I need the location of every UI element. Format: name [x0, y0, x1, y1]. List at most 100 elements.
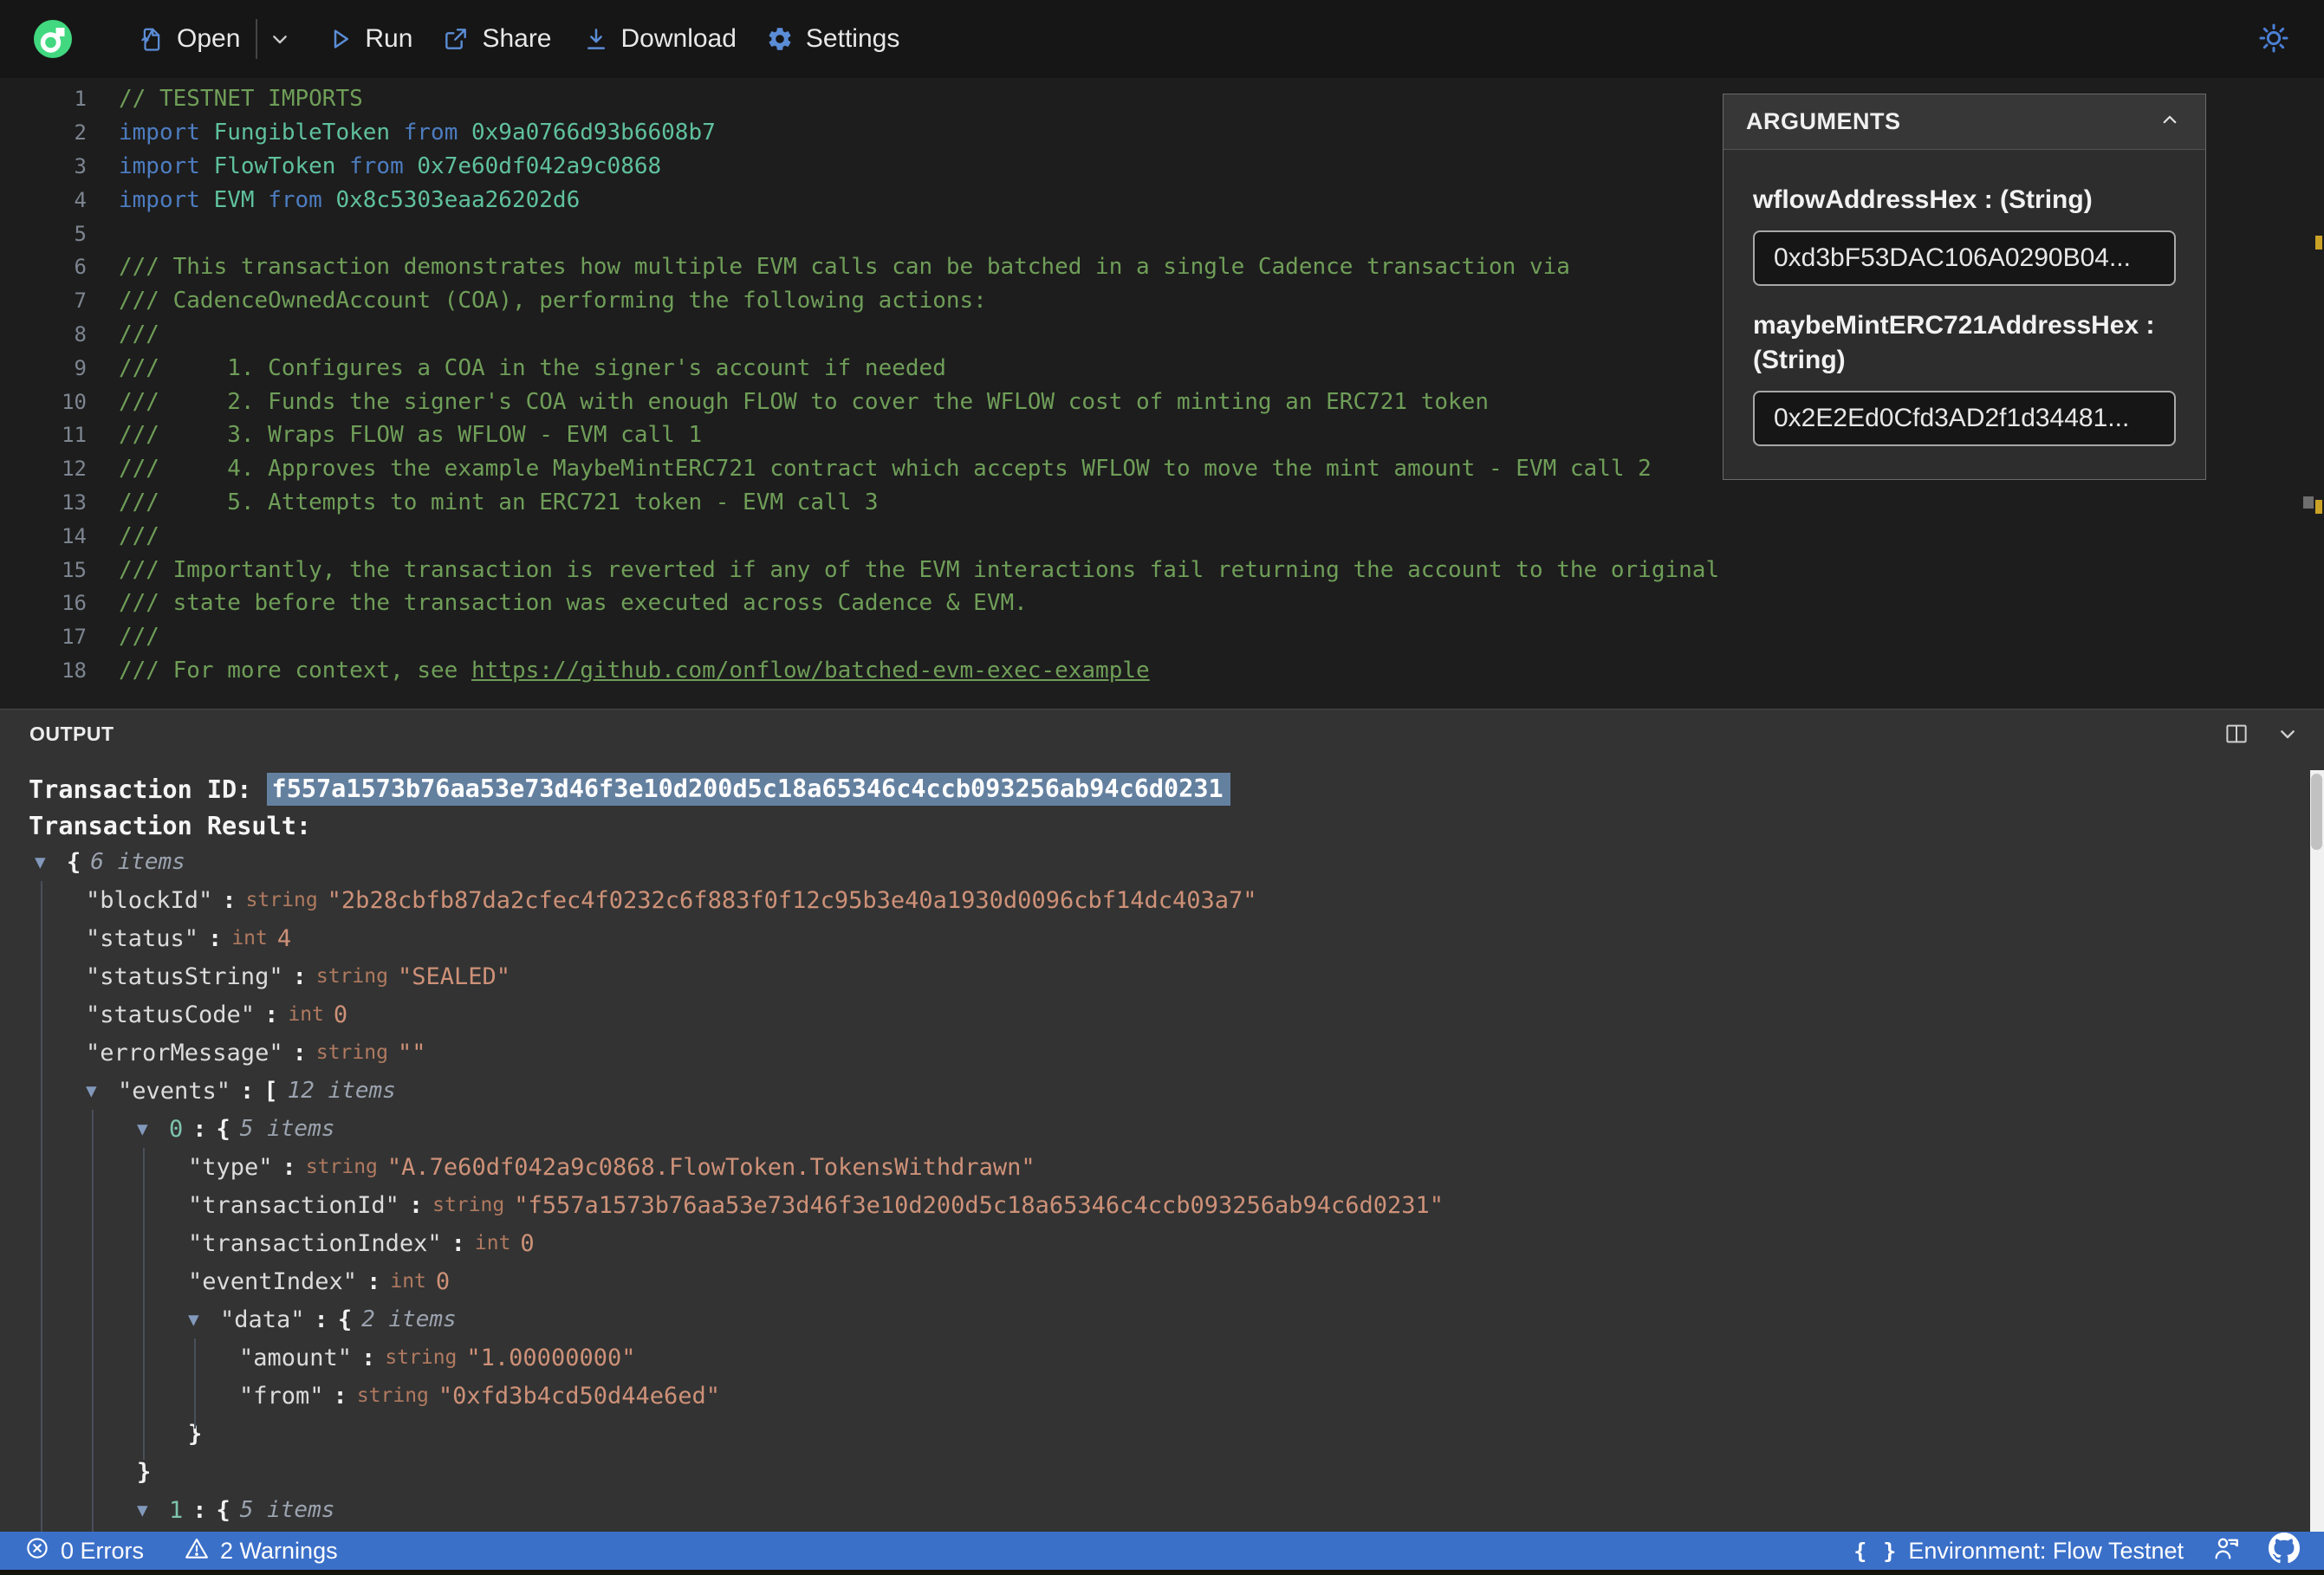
json-tree-row: "from": string "0xfd3b4cd50d44e6ed": [239, 1382, 721, 1410]
status-bar: 0 Errors 2 Warnings { } Environment: Flo…: [0, 1532, 2324, 1570]
code-line: 15/// Importantly, the transaction is re…: [0, 553, 2324, 587]
run-play-icon: [327, 26, 353, 52]
json-tree-row: "status": int 4: [86, 924, 292, 952]
code-line: 16/// state before the transaction was e…: [0, 587, 2324, 620]
expander-icon[interactable]: ▼: [188, 1309, 220, 1330]
arguments-title: ARGUMENTS: [1746, 108, 1901, 134]
output-title: OUTPUT: [29, 722, 114, 745]
open-file-icon: [139, 25, 165, 53]
expander-icon[interactable]: ▼: [137, 1500, 169, 1520]
download-button[interactable]: Download: [583, 24, 737, 54]
toolbar: Open Run Share Download Settings: [0, 0, 2324, 78]
json-tree-row: ▼ "data":{2 items: [188, 1306, 457, 1333]
environment-indicator[interactable]: { } Environment: Flow Testnet: [1853, 1538, 2184, 1565]
json-tree: ▼{6 items "blockId": string "2b28cbfb87da2c…: [0, 843, 2310, 1532]
json-tree-row: ▼ 1:{5 items: [137, 1496, 335, 1524]
code-line: 13/// 5. Attempts to mint an ERC721 toke…: [0, 486, 2324, 520]
json-tree-row: }: [137, 1458, 152, 1486]
expander-icon[interactable]: ▼: [35, 852, 67, 872]
maybe-mint-erc721-address-input[interactable]: [1753, 390, 2176, 446]
output-content: Transaction ID: f557a1573b76aa53e73d46f3…: [0, 758, 2310, 1532]
line-number: 18: [62, 658, 87, 683]
warning-marker: [2315, 500, 2322, 514]
arguments-panel-header[interactable]: ARGUMENTS: [1724, 94, 2205, 150]
indent-guide: [41, 881, 42, 1532]
transaction-id-label: Transaction ID:: [29, 775, 267, 804]
window-edge: [0, 1570, 2324, 1575]
code-editor[interactable]: 1// TESTNET IMPORTS 2 import FungibleToken…: [0, 78, 2324, 709]
open-dropdown-button[interactable]: [266, 25, 294, 53]
share-button[interactable]: Share: [442, 24, 552, 54]
line-number: 10: [62, 389, 87, 414]
argument-label: wflowAddressHex : (String): [1753, 185, 2093, 214]
split-editor-icon[interactable]: [2223, 721, 2249, 747]
line-number: 4: [74, 187, 87, 212]
json-tree-row: "transactionId": string "f557a1573b76aa53e…: [188, 1191, 1444, 1219]
json-tree-row: }: [188, 1420, 203, 1448]
code-link[interactable]: https://github.com/onflow/batched-evm-ex…: [471, 658, 1150, 684]
share-label: Share: [482, 24, 552, 53]
json-tree-row: "errorMessage": string "": [86, 1039, 426, 1066]
json-tree-row: "type":string"A.7e60df042a9c0868.FlowTok…: [188, 1153, 1035, 1181]
chevron-up-icon[interactable]: [2157, 107, 2183, 137]
warnings-count: 2 Warnings: [220, 1537, 338, 1564]
warnings-indicator[interactable]: 2 Warnings: [184, 1535, 338, 1567]
code-line: 14///: [0, 519, 2324, 553]
json-tree-row: "statusCode": int 0: [86, 1001, 348, 1028]
open-button[interactable]: Open: [139, 24, 240, 54]
output-scrollbar-track[interactable]: [2310, 770, 2324, 1532]
warning-marker: [2315, 236, 2322, 250]
line-number: 11: [62, 423, 87, 448]
wflow-address-input[interactable]: [1753, 230, 2176, 286]
line-number: 3: [74, 153, 87, 178]
editor-scrollbar-thumb[interactable]: [2303, 496, 2314, 509]
errors-count: 0 Errors: [61, 1537, 145, 1564]
json-tree-row: "statusString": string "SEALED": [86, 962, 510, 990]
feedback-icon[interactable]: [2211, 1533, 2241, 1569]
output-panel: OUTPUT Transaction ID: f557a1573b76aa53e…: [0, 709, 2324, 1532]
toolbar-divider: [256, 19, 258, 59]
line-number: 2: [74, 120, 87, 146]
line-number: 6: [74, 255, 87, 280]
argument-label: maybeMintERC721AddressHex : (String): [1753, 310, 2155, 375]
json-tree-row: ▼{6 items: [35, 848, 185, 876]
run-label: Run: [365, 24, 413, 53]
line-number: 12: [62, 457, 87, 482]
line-number: 16: [62, 591, 87, 616]
theme-toggle-button[interactable]: [2256, 21, 2291, 58]
arguments-body: wflowAddressHex : (String) maybeMintERC7…: [1724, 150, 2205, 479]
run-button[interactable]: Run: [327, 24, 412, 54]
line-number: 13: [62, 489, 87, 515]
json-tree-row: ▼ 0:{5 items: [137, 1115, 335, 1143]
transaction-result-label: Transaction Result:: [29, 811, 312, 840]
github-icon[interactable]: [2269, 1532, 2300, 1570]
sun-icon: [2256, 23, 2291, 58]
download-label: Download: [620, 24, 737, 53]
open-label: Open: [177, 24, 241, 53]
collapse-output-icon[interactable]: [2274, 720, 2301, 748]
line-number: 15: [62, 557, 87, 582]
expander-icon[interactable]: ▼: [137, 1118, 169, 1139]
json-tree-row: "blockId": string "2b28cbfb87da2cfec4f0232…: [86, 886, 1257, 914]
download-icon: [583, 25, 609, 53]
expander-icon[interactable]: ▼: [86, 1080, 118, 1101]
line-number: 1: [74, 87, 87, 112]
share-icon: [442, 25, 470, 53]
code-line: 17///: [0, 620, 2324, 654]
warning-triangle-icon: [184, 1535, 210, 1567]
settings-label: Settings: [805, 24, 900, 53]
line-number: 7: [74, 288, 87, 314]
braces-icon: { }: [1853, 1538, 1899, 1564]
arguments-panel: ARGUMENTS wflowAddressHex : (String) may…: [1723, 94, 2206, 480]
error-circle-icon: [24, 1535, 50, 1567]
json-tree-row: "eventIndex": int 0: [188, 1267, 451, 1295]
line-number: 14: [62, 523, 87, 548]
output-scrollbar-thumb[interactable]: [2311, 774, 2322, 850]
line-number: 17: [62, 625, 87, 650]
chevron-down-icon: [266, 25, 294, 53]
json-tree-row: ▼ "events":[12 items: [86, 1077, 396, 1105]
flow-logo: [33, 19, 73, 59]
output-header: OUTPUT: [0, 710, 2324, 758]
settings-button[interactable]: Settings: [766, 24, 899, 54]
errors-indicator[interactable]: 0 Errors: [24, 1535, 144, 1567]
